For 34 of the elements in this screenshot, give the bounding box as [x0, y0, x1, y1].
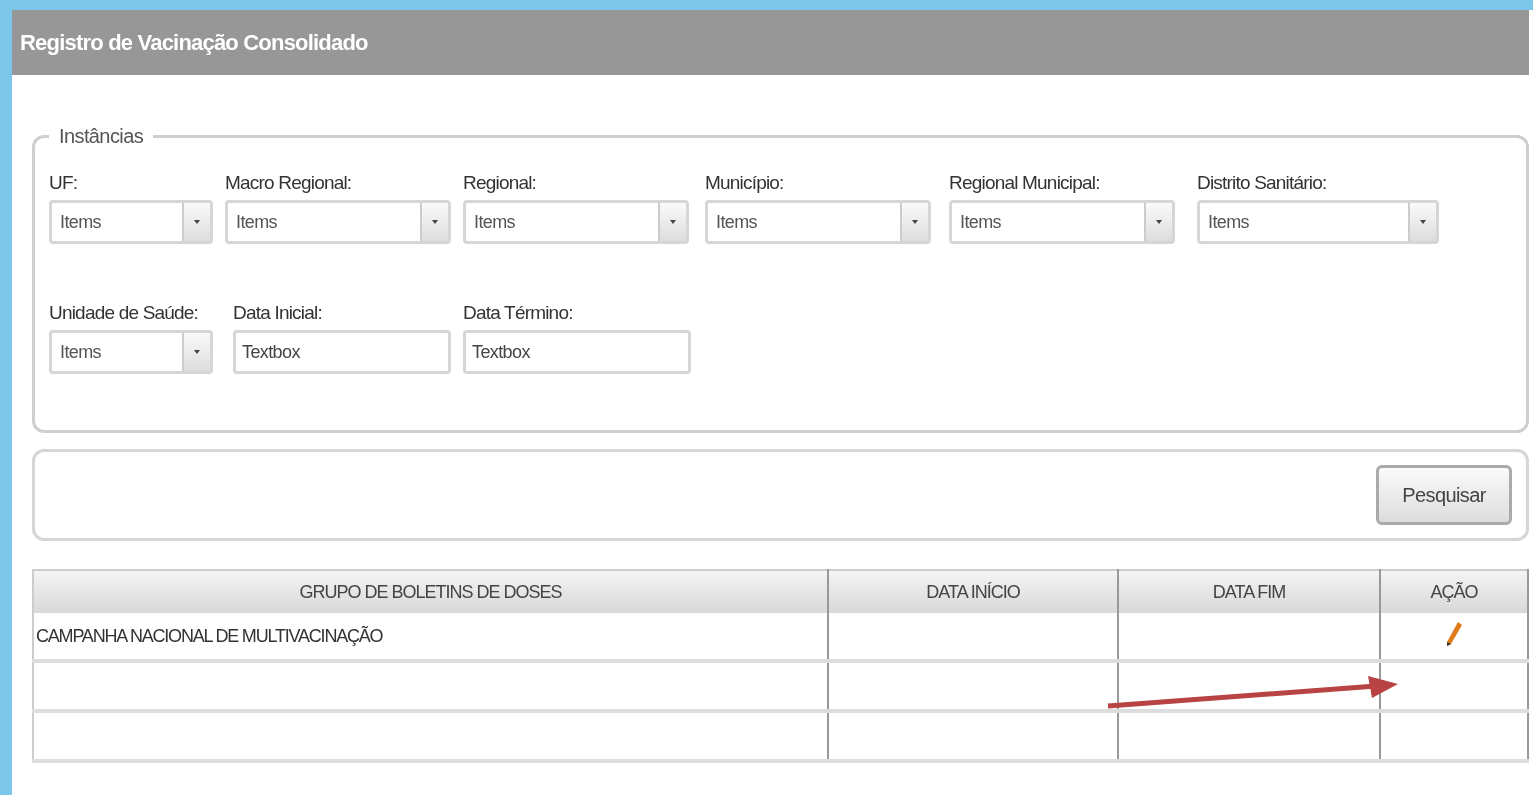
field-label: Município: — [705, 172, 785, 194]
caret-icon — [182, 203, 210, 241]
table-cell: CAMPANHA NACIONAL DE MULTIVACINAÇÃO — [36, 625, 383, 646]
pencil-icon[interactable] — [1445, 619, 1463, 648]
field-label: Regional Municipal: — [949, 172, 1101, 194]
column-header[interactable]: GRUPO DE BOLETINS DE DOSES — [33, 570, 828, 613]
caret-icon — [1408, 203, 1436, 241]
dropdown[interactable]: Items — [949, 200, 1175, 244]
dropdown[interactable]: Items — [705, 200, 931, 244]
caret-icon — [900, 203, 928, 241]
field-label: Unidade de Saúde: — [49, 302, 200, 324]
caret-icon — [420, 203, 448, 241]
dropdown[interactable]: Items — [49, 330, 213, 374]
field-label: Macro Regional: — [225, 172, 353, 194]
field-label: Data Término: — [463, 302, 574, 324]
field-label: Regional: — [463, 172, 538, 194]
field-label: UF: — [49, 172, 79, 194]
field-label: Distrito Sanitário: — [1197, 172, 1328, 194]
caret-icon — [1144, 203, 1172, 241]
dropdown[interactable]: Items — [49, 200, 213, 244]
caret-icon — [182, 333, 210, 371]
input-field[interactable]: Textbox — [463, 330, 691, 374]
search-button[interactable]: Pesquisar — [1376, 465, 1512, 525]
caret-icon — [658, 203, 686, 241]
field-label: Data Inicial: — [233, 302, 323, 324]
window-title: Registro de Vacinação Consolidado — [20, 29, 368, 56]
dropdown[interactable]: Items — [225, 200, 451, 244]
dropdown[interactable]: Items — [463, 200, 689, 244]
dropdown[interactable]: Items — [1197, 200, 1439, 244]
input-field[interactable]: Textbox — [233, 330, 451, 374]
column-header[interactable]: DATA INÍCIO — [828, 570, 1118, 613]
panel-legend: Instâncias — [49, 125, 154, 148]
column-header[interactable]: DATA FIM — [1118, 570, 1380, 613]
column-header[interactable]: AÇÃO — [1380, 570, 1528, 613]
